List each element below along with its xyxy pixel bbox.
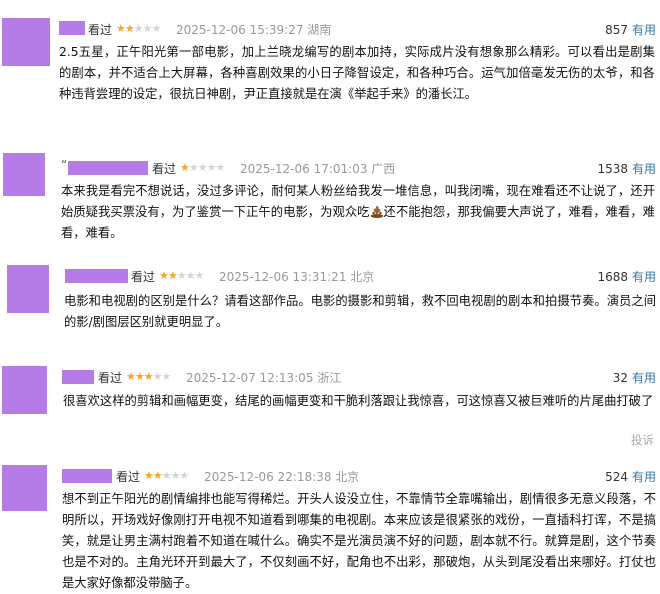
avatar[interactable]	[2, 465, 47, 511]
seen-label: 看过	[152, 162, 177, 176]
vote-count: 857	[605, 23, 628, 37]
review-text: 本来我是看完不想说话，没过多评论，耐何某人粉丝给我发一堆信息，叫我闭嘴，现在难看…	[61, 181, 655, 244]
username-redacted[interactable]	[62, 370, 94, 384]
review-location: 广西	[371, 162, 396, 176]
review-text: 2.5五星，正午阳光第一部电影，加上兰晓龙编写的剧本加持，实际成片没有想象那么精…	[59, 45, 655, 101]
rating-stars: ★★★★★	[126, 370, 172, 383]
star-icon: ★	[151, 22, 162, 35]
helpful-button[interactable]: 有用	[632, 470, 656, 484]
star-icon: ★	[144, 469, 154, 482]
star-icon: ★	[152, 469, 163, 482]
review-item: 看过 ★★★★★ 2025-12-06 13:31:21 北京 1688 有用 电…	[0, 255, 660, 360]
rating-stars: ★★★★★	[180, 161, 226, 174]
star-icon: ★	[126, 370, 136, 383]
vote-count: 1688	[597, 270, 628, 284]
star-icon: ★	[176, 269, 187, 282]
seen-label: 看过	[131, 270, 156, 284]
star-icon: ★	[152, 370, 163, 383]
star-icon: ★	[206, 161, 217, 174]
star-icon: ★	[134, 370, 145, 383]
review-location: 浙江	[317, 371, 342, 385]
review-meta: 2025-12-06 22:18:38 北京	[204, 468, 359, 485]
review-meta: 2025-12-06 17:01:03 广西	[240, 160, 395, 177]
review-item: 看过 ★★★★★ 2025-12-07 12:13:05 浙江 32 有用 很喜欢…	[0, 360, 660, 460]
rating-stars: ★★★★★	[116, 22, 162, 35]
review-text: 很喜欢这样的剪辑和画幅更变，结尾的画幅更变和干脆利落跟让我惊喜，可这惊喜又被巨难…	[63, 394, 654, 408]
helpful-button[interactable]: 有用	[632, 371, 656, 385]
vote-count: 1538	[597, 162, 628, 176]
avatar[interactable]	[7, 265, 49, 313]
rating-stars: ★★★★★	[159, 269, 205, 282]
star-icon: ★	[179, 469, 190, 482]
star-icon: ★	[197, 161, 208, 174]
review-time: 2025-12-06 13:31:21	[219, 270, 347, 284]
rating-stars: ★★★★★	[144, 469, 190, 482]
username-redacted[interactable]	[59, 21, 85, 35]
review-location: 湖南	[307, 23, 332, 37]
helpful-votes: 1538 有用	[597, 160, 656, 177]
seen-label: 看过	[88, 23, 113, 37]
review-location: 北京	[335, 470, 360, 484]
review-time: 2025-12-06 22:18:38	[204, 470, 332, 484]
review-time: 2025-12-07 12:13:05	[186, 371, 314, 385]
star-icon: ★	[194, 269, 205, 282]
username-redacted[interactable]	[65, 269, 128, 283]
star-icon: ★	[167, 269, 178, 282]
seen-label: 看过	[98, 371, 123, 385]
review-list: 看过 ★★★★★ 2025-12-06 15:39:27 湖南 857 有用 2.…	[0, 0, 660, 590]
star-icon: ★	[142, 22, 153, 35]
review-item: 看过 ★★★★★ 2025-12-06 22:18:38 北京 524 有用 想不…	[0, 460, 660, 590]
star-icon: ★	[124, 22, 135, 35]
review-location: 北京	[350, 270, 375, 284]
review-meta: 2025-12-07 12:13:05 浙江	[186, 369, 341, 386]
username-fragment[interactable]: “	[61, 158, 67, 172]
seen-label: 看过	[116, 470, 141, 484]
review-item: “ 看过 ★★★★★ 2025-12-06 17:01:03 广西 1538 有用…	[0, 125, 660, 255]
username-redacted[interactable]	[68, 161, 148, 175]
star-icon: ★	[161, 370, 172, 383]
review-text: 想不到正午阳光的剧情编排也能写得稀烂。开头人设没立住，不靠情节全靠嘴输出，剧情很…	[62, 492, 656, 590]
poop-emoji-icon	[370, 205, 383, 218]
helpful-button[interactable]: 有用	[632, 270, 656, 284]
review-meta: 2025-12-06 15:39:27 湖南	[176, 21, 331, 38]
review-item: 看过 ★★★★★ 2025-12-06 15:39:27 湖南 857 有用 2.…	[0, 0, 660, 125]
star-icon: ★	[161, 469, 172, 482]
star-icon: ★	[180, 161, 190, 174]
vote-count: 32	[612, 371, 628, 385]
avatar[interactable]	[2, 366, 47, 414]
star-icon: ★	[188, 161, 199, 174]
star-icon: ★	[185, 269, 196, 282]
star-icon: ★	[215, 161, 226, 174]
avatar[interactable]	[3, 153, 45, 196]
helpful-votes: 1688 有用	[597, 268, 656, 285]
review-time: 2025-12-06 17:01:03	[240, 162, 368, 176]
helpful-button[interactable]: 有用	[632, 162, 656, 176]
star-icon: ★	[170, 469, 181, 482]
review-meta: 2025-12-06 13:31:21 北京	[219, 268, 374, 285]
avatar[interactable]	[2, 18, 50, 66]
star-icon: ★	[133, 22, 144, 35]
star-icon: ★	[116, 22, 126, 35]
helpful-button[interactable]: 有用	[632, 23, 656, 37]
username-redacted[interactable]	[62, 469, 112, 483]
star-icon: ★	[159, 269, 169, 282]
helpful-votes: 524 有用	[605, 468, 656, 485]
helpful-votes: 32 有用	[613, 369, 656, 386]
report-button[interactable]: 投诉	[631, 432, 654, 448]
helpful-votes: 857 有用	[605, 21, 656, 38]
star-icon: ★	[143, 370, 154, 383]
review-text: 电影和电视剧的区别是什么？请看这部作品。电影的摄影和剪辑，救不回电视剧的剧本和拍…	[64, 294, 656, 329]
vote-count: 524	[605, 470, 628, 484]
review-time: 2025-12-06 15:39:27	[176, 23, 304, 37]
